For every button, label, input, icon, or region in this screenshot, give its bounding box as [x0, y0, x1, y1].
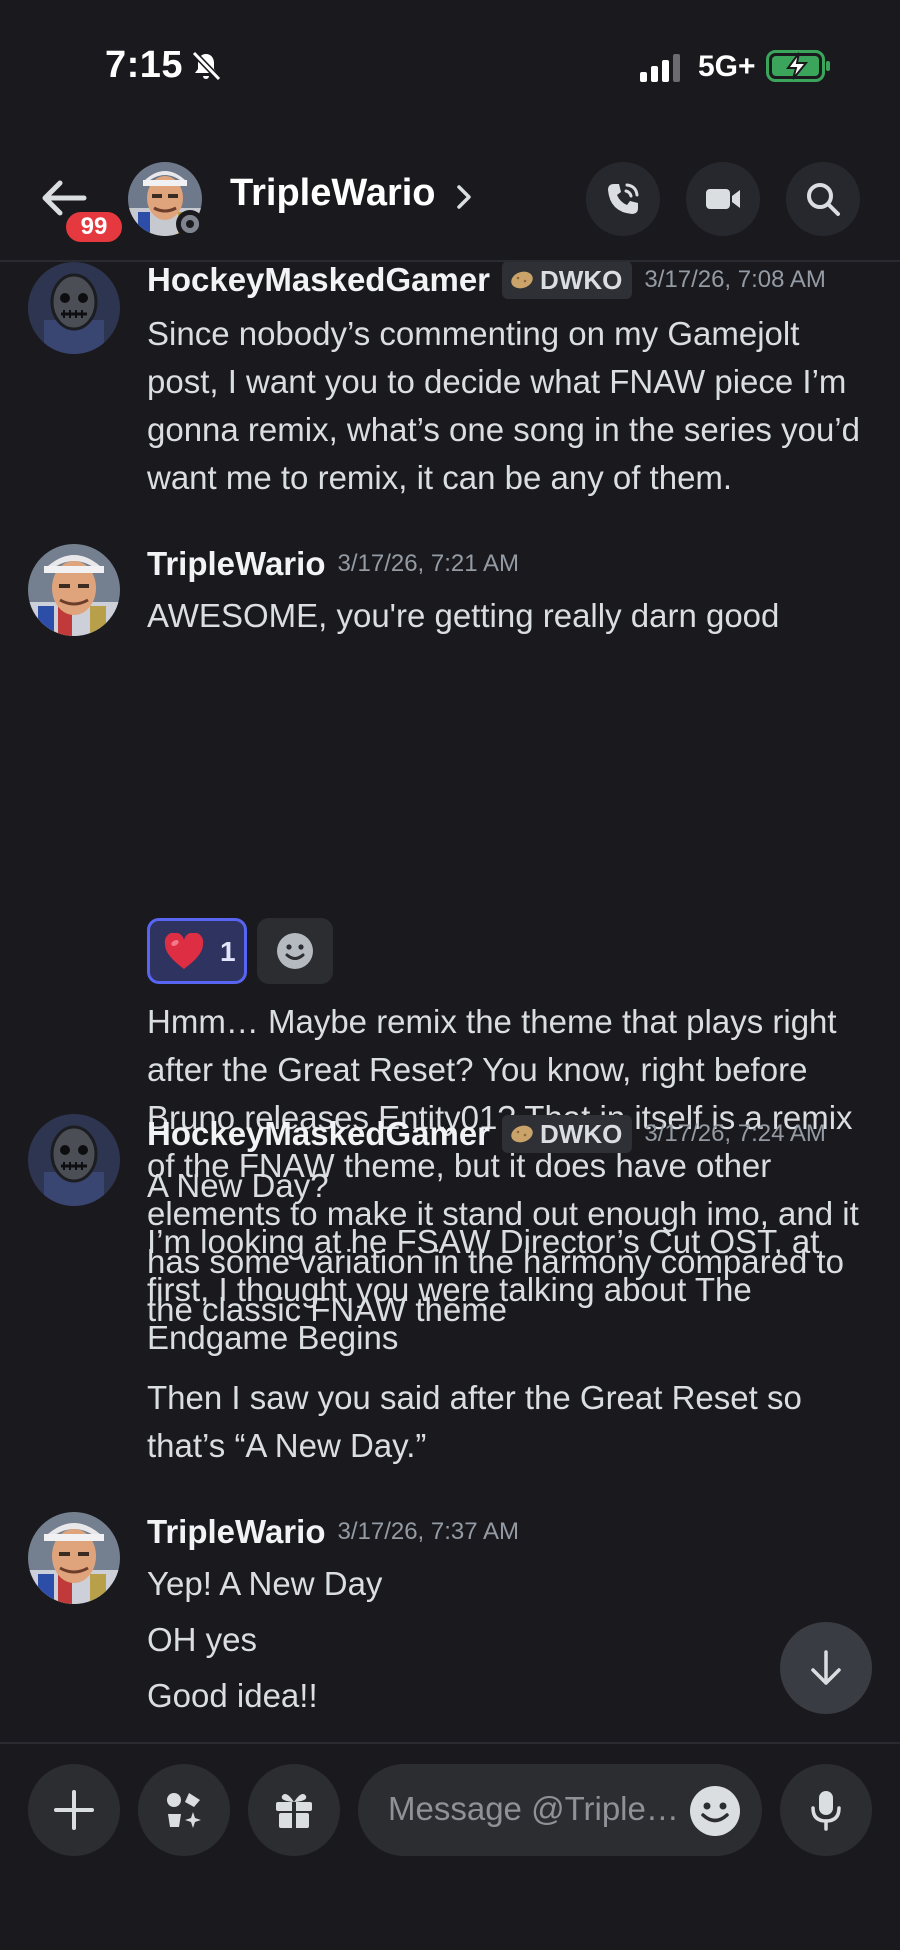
search-icon: [807, 183, 840, 216]
microphone-icon: [811, 1791, 841, 1831]
message-composer: Message @Triple…: [0, 1742, 900, 1950]
guild-tag[interactable]: DWKO: [502, 1115, 633, 1153]
username[interactable]: TripleWario: [147, 1513, 325, 1551]
message-input[interactable]: Message @Triple…: [358, 1764, 762, 1856]
emoji-picker-icon[interactable]: [688, 1784, 742, 1838]
signal-bars-icon: [640, 54, 680, 82]
chevron-right-icon[interactable]: [452, 182, 476, 212]
timestamp: 3/17/26, 7:21 AM: [337, 550, 519, 577]
message-list[interactable]: HockeyMaskedGamer DWKO 3/17/26, 7:08 AM …: [0, 262, 900, 1742]
search-button[interactable]: [786, 162, 860, 236]
smiley-icon: [277, 933, 313, 969]
presence-offline-icon: [176, 210, 204, 238]
status-time: 7:15: [105, 44, 184, 86]
heart-icon: [164, 933, 204, 969]
avatar-triplewario[interactable]: [28, 544, 120, 636]
video-camera-icon: [706, 189, 740, 209]
potato-icon: [511, 1125, 533, 1143]
voice-message-button[interactable]: [780, 1764, 872, 1856]
message-header: TripleWario 3/17/26, 7:21 AM: [147, 544, 519, 584]
username[interactable]: HockeyMaskedGamer: [147, 262, 490, 299]
chat-header: 99 TripleWario: [0, 130, 900, 262]
potato-icon: [511, 271, 533, 289]
timestamp: 3/17/26, 7:37 AM: [337, 1518, 519, 1545]
message-text: I’m looking at he FSAW Director’s Cut OS…: [147, 1223, 820, 1356]
guild-tag-label: DWKO: [540, 1118, 623, 1149]
message-text: Since nobody’s commenting on my Gamejolt…: [147, 315, 860, 496]
timestamp: 3/17/26, 7:24 AM: [644, 1120, 826, 1147]
bell-muted-icon: [191, 50, 222, 82]
header-title[interactable]: TripleWario: [230, 172, 436, 215]
reaction-heart[interactable]: 1: [147, 918, 247, 984]
status-bar: 7:15 5G+: [0, 0, 900, 130]
message-text: A New Day?: [147, 1167, 329, 1204]
avatar-hockeymaskedgamer[interactable]: [28, 262, 120, 354]
message-header: HockeyMaskedGamer DWKO 3/17/26, 7:08 AM: [147, 262, 826, 300]
attach-button[interactable]: [28, 1764, 120, 1856]
jump-to-bottom-button[interactable]: [780, 1622, 872, 1714]
message-text: Then I saw you said after the Great Rese…: [147, 1379, 802, 1464]
avatar-triplewario[interactable]: [28, 1512, 120, 1604]
apps-sparkle-icon: [167, 1793, 201, 1828]
battery-charging-icon: [766, 50, 830, 82]
message-placeholder: Message @Triple…: [388, 1790, 679, 1827]
phone-icon: [608, 183, 639, 214]
message-text: AWESOME, you're getting really darn good: [147, 597, 780, 634]
username[interactable]: HockeyMaskedGamer: [147, 1115, 490, 1153]
voice-call-button[interactable]: [586, 162, 660, 236]
gift-button[interactable]: [248, 1764, 340, 1856]
message-text: Good idea!!: [147, 1677, 318, 1714]
message-header: TripleWario 3/17/26, 7:37 AM: [147, 1512, 519, 1552]
add-reaction-button[interactable]: [257, 918, 333, 984]
network-label: 5G+: [698, 50, 756, 83]
plus-icon: [54, 1790, 94, 1830]
avatar-hockeymaskedgamer[interactable]: [28, 1114, 120, 1206]
reaction-count: 1: [220, 936, 236, 967]
apps-button[interactable]: [138, 1764, 230, 1856]
video-call-button[interactable]: [686, 162, 760, 236]
timestamp: 3/17/26, 7:08 AM: [644, 266, 826, 293]
gift-icon: [276, 1794, 312, 1828]
message-text: Yep! A New Day: [147, 1565, 383, 1602]
message-text: OH yes: [147, 1621, 258, 1658]
message-header: HockeyMaskedGamer DWKO 3/17/26, 7:24 AM: [147, 1114, 826, 1154]
username[interactable]: TripleWario: [147, 545, 325, 583]
guild-tag[interactable]: DWKO: [502, 262, 633, 299]
guild-tag-label: DWKO: [540, 264, 623, 295]
unread-badge: 99: [62, 208, 126, 246]
arrow-down-icon: [811, 1650, 841, 1685]
